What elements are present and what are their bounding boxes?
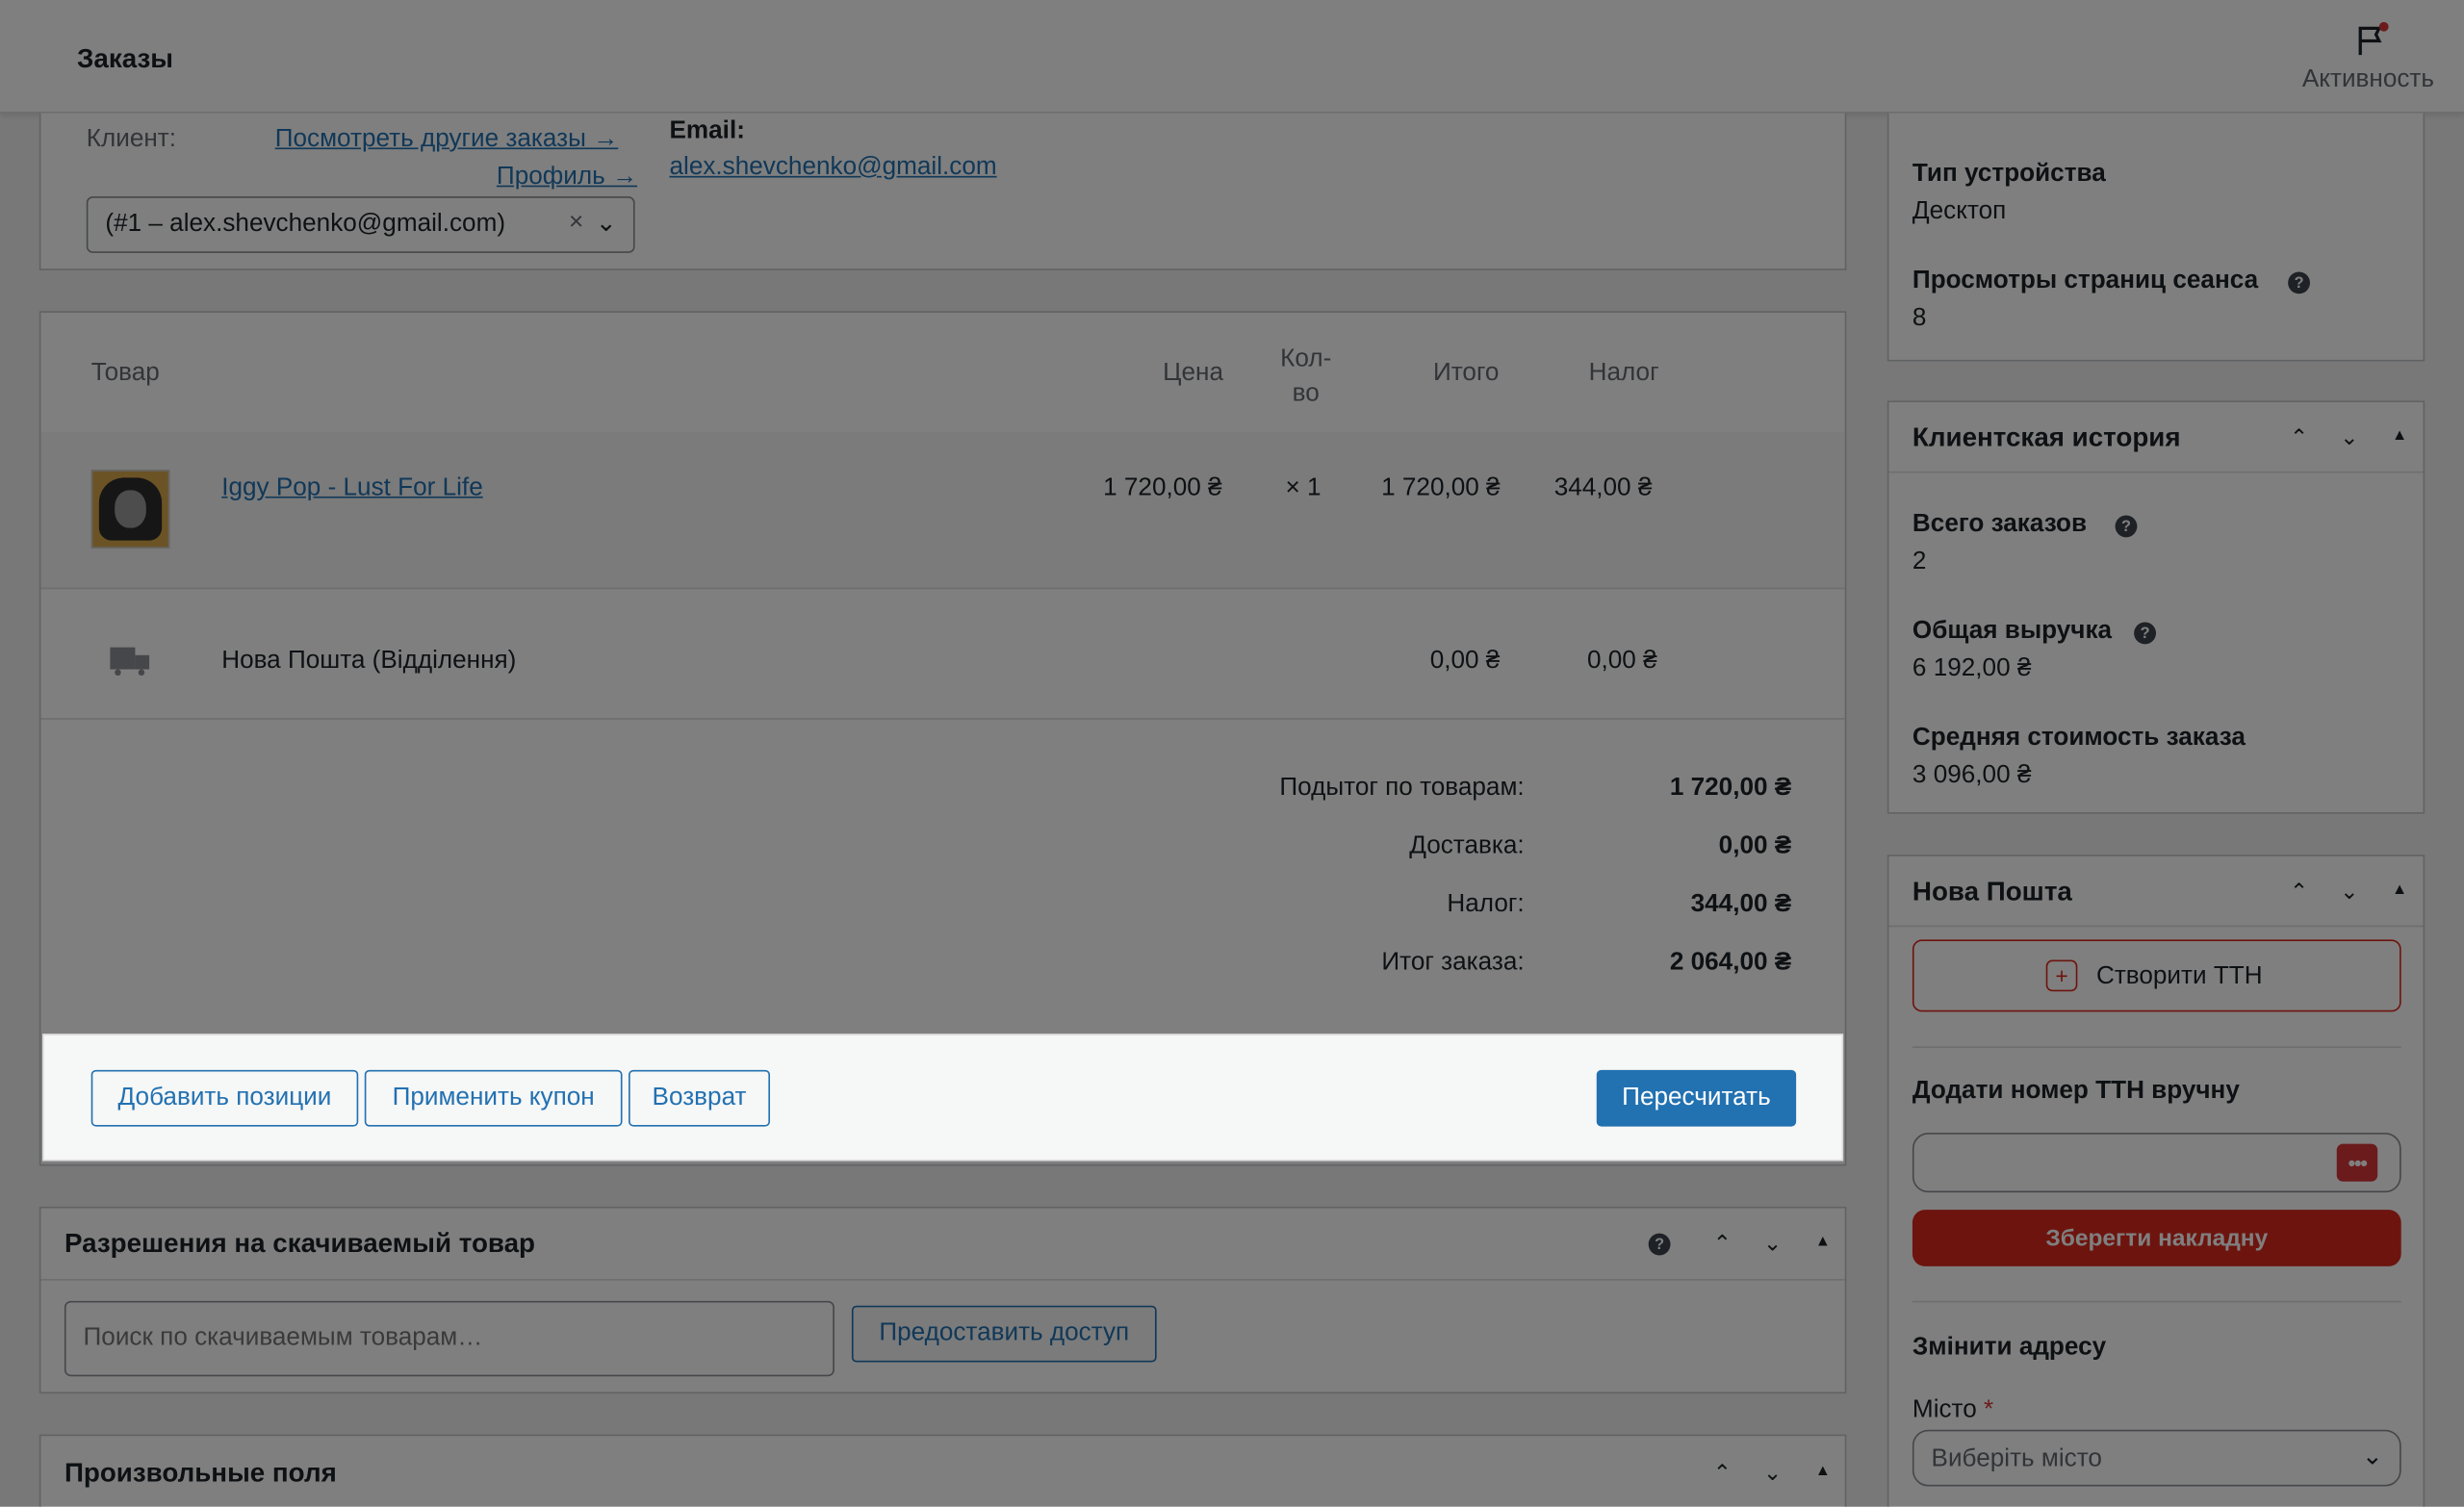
shipping-total-value: 0,00 ₴ — [1718, 832, 1792, 860]
shipping-tax: 0,00 ₴ — [1586, 647, 1657, 675]
manual-ttn-label: Додати номер ТТН вручну — [1912, 1077, 2240, 1105]
product-name-link[interactable]: Iggy Pop - Lust For Life — [221, 474, 483, 502]
custom-fields-panel: Произвольные поля ⌃ ⌄ ▲ — [38, 1434, 1847, 1507]
email-link[interactable]: alex.shevchenko@gmail.com — [670, 154, 997, 182]
clear-icon[interactable]: × — [569, 209, 583, 237]
custom-fields-title: Произвольные поля — [64, 1458, 337, 1489]
collapse-icon[interactable]: ▲ — [1809, 1227, 1836, 1255]
order-total-label: Итог заказа: — [1381, 949, 1525, 976]
city-select[interactable]: Виберіть місто ⌄ — [1912, 1429, 2401, 1487]
product-total: 1 720,00 ₴ — [1381, 474, 1501, 501]
chevron-up-icon[interactable]: ⌃ — [2285, 422, 2313, 450]
total-orders-label: Всего заказов — [1912, 510, 2088, 538]
help-icon[interactable]: ? — [2134, 622, 2156, 645]
shipping-row: Нова Пошта (Відділення) 0,00 ₴ 0,00 ₴ — [40, 591, 1845, 720]
truck-icon — [110, 647, 150, 677]
customer-select[interactable]: (#1 – alex.shevchenko@gmail.com) × ⌄ — [86, 196, 635, 253]
order-total-value: 2 064,00 ₴ — [1669, 949, 1792, 976]
product-price: 1 720,00 ₴ — [1103, 474, 1222, 501]
plus-icon: + — [2045, 959, 2078, 992]
help-icon[interactable]: ? — [2115, 515, 2138, 538]
collapse-icon[interactable]: ▲ — [2385, 875, 2413, 903]
product-row: Iggy Pop - Lust For Life 1 720,00 ₴ × 1 … — [40, 431, 1845, 590]
revenue-label: Общая выручка — [1912, 617, 2113, 645]
email-label: Email: — [669, 117, 745, 145]
customer-history-title: Клиентская история — [1912, 422, 2181, 453]
profile-link[interactable]: Профиль → — [497, 164, 637, 192]
manual-ttn-input[interactable]: ••• — [1912, 1133, 2401, 1193]
tax-total-label: Налог: — [1447, 890, 1525, 918]
col-price: Цена — [1163, 359, 1223, 387]
avg-order-value: 3 096,00 ₴ — [1912, 761, 2032, 789]
customer-history-panel: Клиентская история ⌃ ⌄ ▲ Всего заказов ?… — [1886, 400, 2426, 814]
chevron-down-icon[interactable]: ⌄ — [2335, 422, 2363, 450]
help-icon[interactable]: ? — [1648, 1233, 1671, 1256]
apply-coupon-button[interactable]: Применить купон — [364, 1069, 623, 1127]
change-address-title: Змінити адресу — [1912, 1334, 2107, 1361]
help-icon[interactable]: ? — [2288, 271, 2310, 294]
refund-button[interactable]: Возврат — [629, 1069, 770, 1127]
chevron-down-icon[interactable]: ⌄ — [1758, 1229, 1786, 1257]
order-actions-bar: Добавить позиции Применить купон Возврат… — [42, 1034, 1844, 1162]
collapse-icon[interactable]: ▲ — [1809, 1456, 1836, 1484]
product-tax: 344,00 ₴ — [1553, 474, 1653, 501]
city-select-placeholder: Виберіть місто — [1931, 1445, 2102, 1472]
device-type-label: Тип устройства — [1912, 160, 2106, 188]
customer-label: Клиент: — [86, 125, 177, 153]
shipping-name: Нова Пошта (Відділення) — [221, 647, 517, 675]
product-thumbnail — [90, 470, 170, 549]
novaposhta-title: Нова Пошта — [1912, 877, 2072, 907]
attribution-panel: Тип устройства Десктоп Просмотры страниц… — [1886, 113, 2426, 362]
customer-select-value: (#1 – alex.shevchenko@gmail.com) — [105, 210, 506, 238]
grant-access-button[interactable]: Предоставить доступ — [851, 1305, 1157, 1363]
product-qty: × 1 — [1285, 474, 1322, 501]
shipping-total: 0,00 ₴ — [1429, 647, 1501, 675]
activity-label: Активность — [2301, 65, 2435, 93]
chevron-down-icon: ⌄ — [2361, 1443, 2383, 1471]
downloads-panel: Разрешения на скачиваемый товар ? ⌃ ⌄ ▲ … — [38, 1206, 1847, 1394]
subtotal-value: 1 720,00 ₴ — [1669, 774, 1792, 802]
recalculate-button[interactable]: Пересчитать — [1596, 1069, 1797, 1127]
collapse-icon[interactable]: ▲ — [2385, 421, 2413, 449]
chevron-down-icon: ⌄ — [595, 210, 617, 238]
top-bar: Заказы Активность — [0, 0, 2464, 114]
required-mark: * — [1984, 1396, 1994, 1424]
pageviews-value: 8 — [1912, 304, 1927, 332]
device-type-value: Десктоп — [1912, 197, 2007, 225]
subtotal-label: Подытог по товарам: — [1279, 774, 1525, 802]
downloads-title: Разрешения на скачиваемый товар — [64, 1228, 535, 1259]
col-total: Итого — [1432, 359, 1500, 387]
add-items-button[interactable]: Добавить позиции — [90, 1069, 359, 1127]
other-orders-link[interactable]: Посмотреть другие заказы → — [275, 126, 619, 154]
downloads-search-input[interactable] — [64, 1300, 834, 1377]
totals-table: Подытог по товарам: 1 720,00 ₴ Доставка:… — [984, 772, 1801, 1008]
shipping-total-label: Доставка: — [1409, 832, 1525, 860]
page-title: Заказы — [76, 43, 173, 74]
save-waybill-button[interactable]: Зберегти накладну — [1912, 1210, 2401, 1266]
col-tax: Налог — [1588, 359, 1659, 387]
activity-button[interactable]: Активность — [2295, 15, 2451, 103]
create-ttn-button[interactable]: + Створити ТТН — [1912, 939, 2401, 1012]
pageviews-label: Просмотры страниц сеанса — [1912, 267, 2259, 294]
col-product: Товар — [90, 359, 160, 387]
chevron-up-icon[interactable]: ⌃ — [2285, 877, 2313, 905]
novaposhta-panel: Нова Пошта ⌃ ⌄ ▲ + Створити ТТН Додати н… — [1886, 855, 2426, 1507]
avg-order-label: Средняя стоимость заказа — [1912, 724, 2246, 752]
create-ttn-label: Створити ТТН — [2095, 962, 2263, 990]
city-label: Місто * — [1912, 1396, 1994, 1424]
revenue-value: 6 192,00 ₴ — [1912, 654, 2032, 682]
col-qty: Кол-во — [1280, 345, 1332, 407]
flag-icon — [2358, 21, 2389, 56]
chevron-up-icon[interactable]: ⌃ — [1708, 1229, 1736, 1257]
more-icon[interactable]: ••• — [2336, 1143, 2378, 1182]
customer-panel: Клиент: Посмотреть другие заказы → Профи… — [38, 113, 1847, 270]
chevron-down-icon[interactable]: ⌄ — [1758, 1458, 1786, 1486]
chevron-up-icon[interactable]: ⌃ — [1708, 1458, 1736, 1486]
chevron-down-icon[interactable]: ⌄ — [2335, 877, 2363, 905]
total-orders-value: 2 — [1912, 548, 1927, 575]
tax-total-value: 344,00 ₴ — [1690, 890, 1792, 918]
